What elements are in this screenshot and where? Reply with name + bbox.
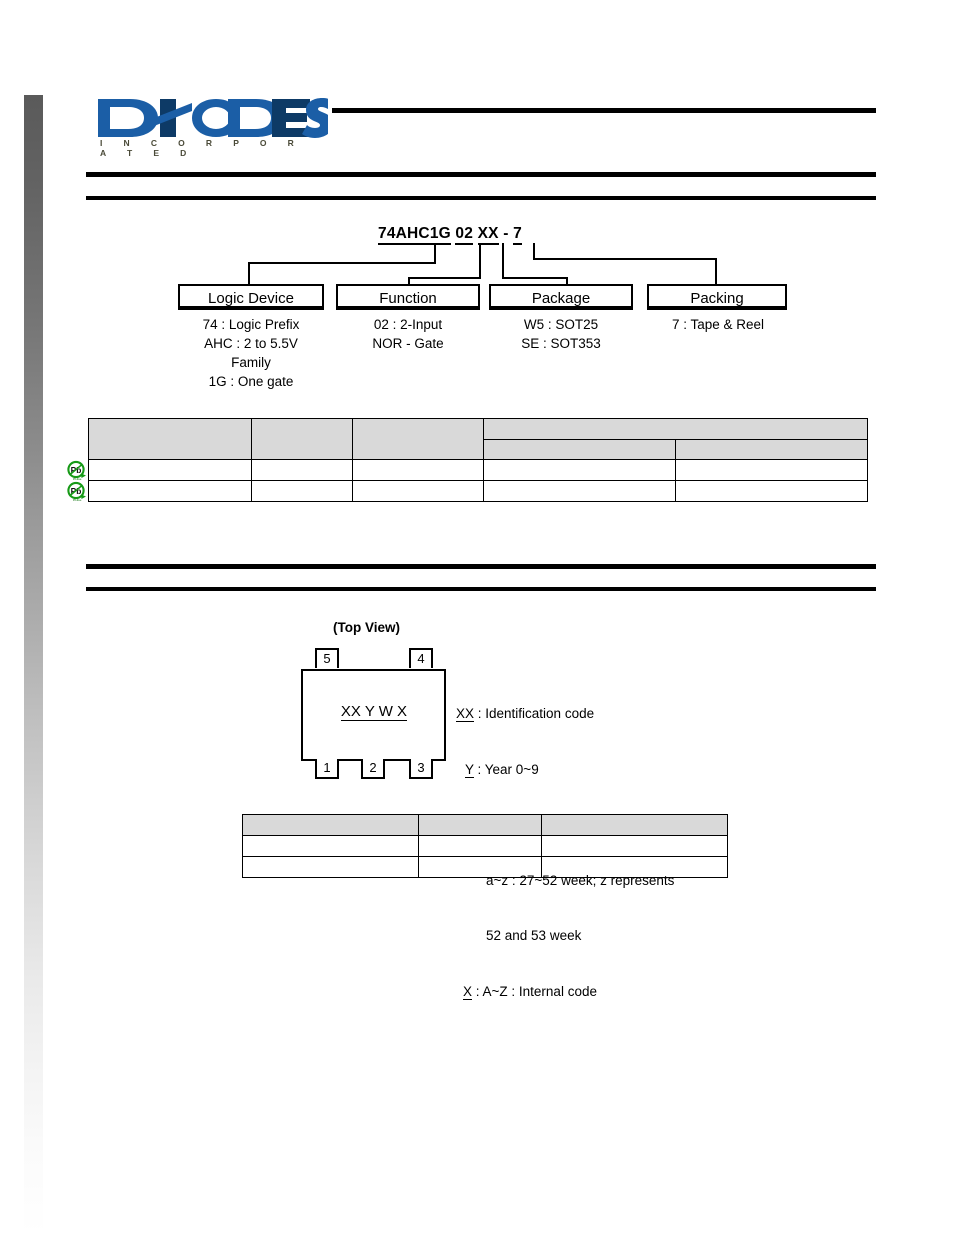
part-number-packing: 7 bbox=[513, 225, 522, 245]
ordering-desc-function: 02 : 2-Input NOR - Gate bbox=[372, 317, 444, 351]
section-rule-ordering-top bbox=[86, 172, 876, 177]
cell bbox=[675, 459, 868, 481]
part-number-device: 74AHC1G bbox=[378, 225, 451, 245]
cell bbox=[675, 480, 868, 502]
logo-subtext: I N C O R P O R A T E D bbox=[100, 138, 304, 158]
header-cell-package bbox=[418, 814, 542, 836]
cell bbox=[251, 459, 353, 481]
cell bbox=[88, 480, 252, 502]
pb-free-caption: Pb-free bbox=[72, 498, 82, 502]
left-accent-bar bbox=[24, 95, 43, 1235]
table-header-row bbox=[242, 814, 728, 836]
legend-key: X bbox=[463, 983, 473, 1000]
part-number-breakdown: 74AHC1G 02 XX - 7 bbox=[378, 225, 522, 245]
ordering-box-logic-device: Logic Device bbox=[178, 284, 324, 310]
ordering-box-packing: Packing bbox=[647, 284, 787, 310]
cell bbox=[541, 835, 728, 857]
registered-mark-icon: ® bbox=[314, 128, 321, 138]
subheader-cell-qty bbox=[483, 439, 676, 460]
table-row bbox=[88, 459, 868, 481]
legend-text: : A~Z : Internal code bbox=[472, 983, 597, 999]
cell bbox=[483, 480, 676, 502]
ordering-box-label: Logic Device bbox=[208, 290, 294, 307]
connector-package-vert-top bbox=[502, 243, 504, 278]
table-row bbox=[88, 480, 868, 502]
cell bbox=[352, 480, 484, 502]
table-header-row bbox=[88, 418, 868, 460]
cell bbox=[418, 856, 542, 878]
ordering-box-label: Function bbox=[379, 290, 437, 307]
ordering-information-table bbox=[88, 418, 868, 502]
cell bbox=[541, 856, 728, 878]
table-row bbox=[242, 835, 728, 857]
legend-text: 52 and 53 week bbox=[456, 928, 582, 943]
header-cell-marking bbox=[352, 418, 484, 460]
header-rule-top bbox=[332, 108, 876, 113]
cell bbox=[418, 835, 542, 857]
cell bbox=[352, 459, 484, 481]
connector-packing-horiz bbox=[533, 258, 717, 260]
ordering-box-label: Packing bbox=[690, 290, 744, 307]
pin-2: 2 bbox=[361, 759, 385, 779]
marking-information-table bbox=[242, 814, 728, 878]
header-cell-compliance bbox=[251, 418, 353, 460]
pin-5: 5 bbox=[315, 648, 339, 668]
ordering-desc-packing: 7 : Tape & Reel bbox=[671, 317, 765, 332]
section-rule-marking-bottom bbox=[86, 587, 876, 591]
connector-device-vert-top bbox=[434, 243, 436, 263]
ordering-desc-logic-device: 74 : Logic Prefix AHC : 2 to 5.5V Family… bbox=[202, 317, 300, 389]
pb-free-icon: Pb Pb-free bbox=[66, 460, 88, 482]
connector-device-horiz bbox=[248, 262, 436, 264]
pin-4: 4 bbox=[409, 648, 433, 668]
ordering-box-package: Package bbox=[489, 284, 633, 310]
connector-packing-vert-top bbox=[533, 243, 535, 259]
subheader-cell-reel bbox=[675, 439, 868, 460]
company-logo: I N C O R P O R A T E D ® bbox=[96, 96, 328, 158]
legend-key: Y bbox=[465, 761, 474, 778]
header-cell-device bbox=[242, 814, 419, 836]
package-marking-code: XX Y W X bbox=[326, 703, 422, 721]
legend-key: XX bbox=[456, 706, 475, 722]
connector-function-vert-top bbox=[479, 243, 481, 278]
package-marking-text: XX Y W X bbox=[340, 703, 408, 721]
connector-packing-vert-down bbox=[715, 258, 717, 286]
cell bbox=[88, 459, 252, 481]
pin-1: 1 bbox=[315, 759, 339, 779]
header-cell-product bbox=[88, 418, 252, 460]
cell bbox=[483, 459, 676, 481]
legend-row: X : A~Z : Internal code bbox=[456, 983, 674, 1002]
connector-device-vert-down bbox=[248, 262, 250, 286]
part-number-package: XX bbox=[477, 225, 499, 245]
pin-3: 3 bbox=[409, 759, 433, 779]
top-view-label: (Top View) bbox=[333, 620, 400, 635]
table-row bbox=[242, 856, 728, 878]
legend-row: XX : Identification code bbox=[456, 705, 674, 724]
part-number-separator: - bbox=[503, 225, 509, 242]
connector-function-horiz bbox=[408, 277, 481, 279]
legend-row: 52 and 53 week bbox=[456, 927, 674, 946]
cell bbox=[242, 856, 419, 878]
ordering-box-function: Function bbox=[336, 284, 480, 310]
ordering-desc-package: W5 : SOT25 SE : SOT353 bbox=[521, 317, 601, 351]
part-number-function: 02 bbox=[455, 225, 474, 245]
header-cell-marking bbox=[541, 814, 728, 836]
cell bbox=[251, 480, 353, 502]
legend-text: : Year 0~9 bbox=[473, 761, 539, 777]
legend-row: Y : Year 0~9 bbox=[456, 761, 674, 780]
legend-text: : Identification code bbox=[474, 706, 595, 721]
header-cell-packaging-group bbox=[483, 418, 868, 440]
pb-free-icon: Pb Pb-free bbox=[66, 481, 88, 503]
diodes-wordmark-icon bbox=[98, 98, 328, 138]
cell bbox=[242, 835, 419, 857]
section-rule-ordering-bottom bbox=[86, 196, 876, 200]
connector-package-horiz bbox=[502, 277, 568, 279]
ordering-box-label: Package bbox=[531, 290, 591, 307]
section-rule-marking-top bbox=[86, 564, 876, 569]
